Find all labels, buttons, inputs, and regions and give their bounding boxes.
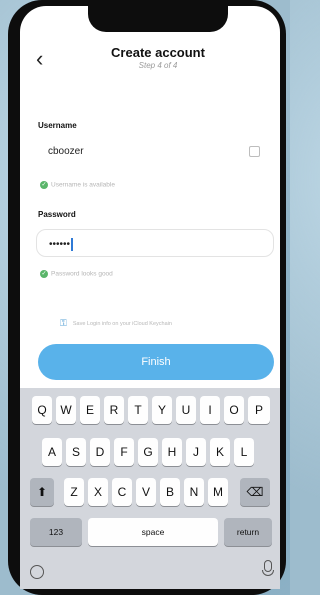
- key-r[interactable]: R: [104, 396, 124, 424]
- check-icon: ✓: [40, 270, 48, 278]
- password-label: Password: [38, 210, 76, 219]
- key-i[interactable]: I: [200, 396, 220, 424]
- save-login-text: Save Login info on your iCloud Keychain: [72, 320, 172, 327]
- key-f[interactable]: F: [114, 438, 134, 466]
- key-n[interactable]: N: [184, 478, 204, 506]
- key-g[interactable]: G: [138, 438, 158, 466]
- key-q[interactable]: Q: [32, 396, 52, 424]
- password-hint-text: Password looks good: [51, 270, 113, 278]
- key-a[interactable]: A: [42, 438, 62, 466]
- key-icon: ⚿: [60, 318, 67, 328]
- password-hint: ✓ Password looks good: [40, 270, 113, 278]
- key-k[interactable]: K: [210, 438, 230, 466]
- step-indicator: Step 4 of 4: [138, 61, 178, 70]
- key-t[interactable]: T: [128, 396, 148, 424]
- numbers-key[interactable]: 123: [30, 518, 82, 546]
- back-button[interactable]: ‹: [36, 48, 43, 70]
- phone-notch: [88, 6, 228, 32]
- key-j[interactable]: J: [186, 438, 206, 466]
- key-l[interactable]: L: [234, 438, 254, 466]
- shift-key[interactable]: ⬆: [30, 478, 54, 506]
- key-z[interactable]: Z: [64, 478, 84, 506]
- save-login-row[interactable]: ⚿ Save Login info on your iCloud Keychain: [60, 318, 280, 329]
- username-value: cboozer: [48, 146, 84, 157]
- check-icon: ✓: [40, 181, 48, 189]
- password-dots: ••••••: [49, 239, 71, 251]
- key-c[interactable]: C: [112, 478, 132, 506]
- key-p[interactable]: P: [248, 396, 270, 424]
- key-y[interactable]: Y: [152, 396, 172, 424]
- key-x[interactable]: X: [88, 478, 108, 506]
- key-b[interactable]: B: [160, 478, 180, 506]
- key-d[interactable]: D: [90, 438, 110, 466]
- delete-key[interactable]: ⌫: [240, 478, 270, 506]
- username-label: Username: [38, 121, 77, 130]
- key-h[interactable]: H: [162, 438, 182, 466]
- page-title: Create account: [111, 45, 205, 60]
- finish-button[interactable]: Finish: [38, 344, 274, 380]
- username-hint: ✓ Username is available: [40, 181, 115, 189]
- key-o[interactable]: O: [224, 396, 244, 424]
- copy-icon[interactable]: [249, 146, 260, 157]
- key-e[interactable]: E: [80, 396, 100, 424]
- username-field[interactable]: cboozer: [36, 138, 274, 166]
- username-hint-text: Username is available: [51, 181, 115, 189]
- return-key[interactable]: return: [224, 518, 272, 546]
- key-w[interactable]: W: [56, 396, 76, 424]
- text-caret: [71, 238, 73, 251]
- space-key[interactable]: space: [88, 518, 218, 546]
- password-value: ••••••: [49, 238, 73, 251]
- emoji-icon[interactable]: [30, 565, 44, 579]
- key-s[interactable]: S: [66, 438, 86, 466]
- key-v[interactable]: V: [136, 478, 156, 506]
- password-field[interactable]: ••••••: [36, 229, 274, 257]
- key-m[interactable]: M: [208, 478, 228, 506]
- key-u[interactable]: U: [176, 396, 196, 424]
